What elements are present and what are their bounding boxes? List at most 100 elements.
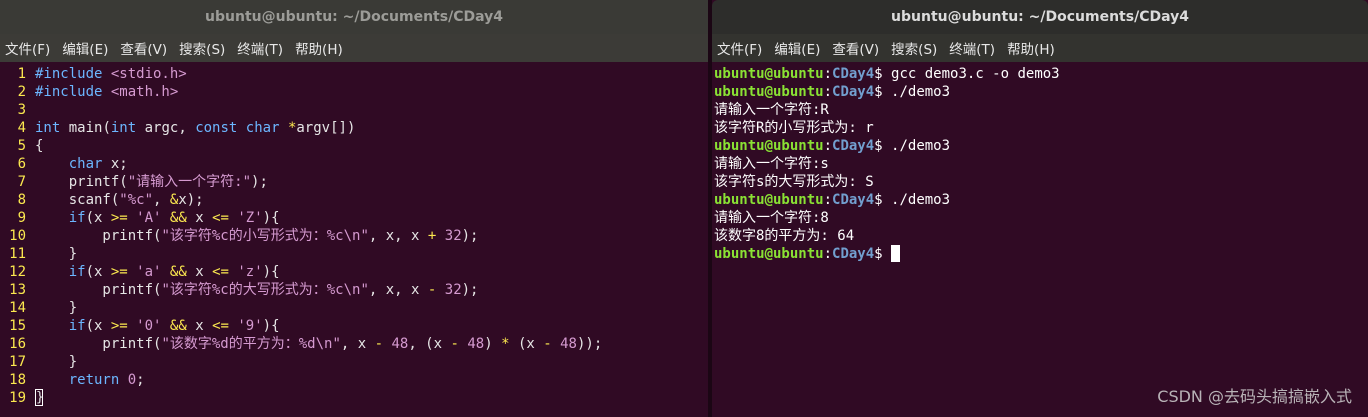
command-text: ./demo3 bbox=[891, 84, 951, 100]
code-token: ); bbox=[251, 174, 268, 190]
command-text: gcc demo3.c -o demo3 bbox=[891, 66, 1060, 82]
editor-menu-item-0[interactable]: 文件(F) bbox=[5, 38, 50, 58]
editor-menu-item-3[interactable]: 搜索(S) bbox=[179, 38, 225, 58]
line-number: 14 bbox=[9, 300, 26, 316]
terminal-menu-item-5[interactable]: 帮助(H) bbox=[1007, 38, 1055, 58]
terminal-menu-item-4[interactable]: 终端(T) bbox=[949, 38, 995, 58]
code-token: 'A' bbox=[136, 210, 162, 226]
command-text: ./demo3 bbox=[891, 192, 951, 208]
code-token: 48 bbox=[391, 336, 409, 352]
code-line[interactable]: 6 char x; bbox=[0, 155, 708, 173]
editor-menu-item-4[interactable]: 终端(T) bbox=[237, 38, 283, 58]
code-token: x); bbox=[178, 192, 204, 208]
code-line[interactable]: 18 return 0; bbox=[0, 371, 708, 389]
editor-title-bar[interactable]: ubuntu@ubuntu: ~/Documents/CDay4 bbox=[0, 0, 708, 34]
terminal-menu-item-2[interactable]: 查看(V) bbox=[832, 38, 879, 58]
code-line[interactable]: 9 if(x >= 'A' && x <= 'Z'){ bbox=[0, 209, 708, 227]
code-text: int main(int argc, const char *argv[]) bbox=[35, 119, 355, 137]
code-line[interactable]: 17 } bbox=[0, 353, 708, 371]
terminal-menu-item-1[interactable]: 编辑(E) bbox=[774, 38, 820, 58]
code-line[interactable]: 13 printf("该字符%c的大写形式为：%c\n", x, x - 32)… bbox=[0, 281, 708, 299]
code-token: scanf( bbox=[35, 192, 120, 208]
code-line[interactable]: 8 scanf("%c", &x); bbox=[0, 191, 708, 209]
code-token: "该字符%c的大写形式为：%c\n" bbox=[161, 282, 369, 298]
editor-window[interactable]: ubuntu@ubuntu: ~/Documents/CDay4 文件(F) 编辑… bbox=[0, 0, 708, 417]
code-token: <stdio.h> bbox=[110, 66, 187, 82]
code-token: && bbox=[169, 318, 187, 334]
code-token: #include bbox=[35, 84, 111, 100]
terminal-prompt-line: ubuntu@ubuntu:CDay4$ ./demo3 bbox=[714, 192, 951, 208]
terminal-output-line: 请输入一个字符:s bbox=[714, 156, 829, 172]
code-token: <math.h> bbox=[110, 84, 179, 100]
code-token: , x, x bbox=[368, 228, 428, 244]
code-token: ){ bbox=[262, 264, 280, 280]
code-text: return 0; bbox=[35, 371, 145, 389]
code-token: 48 bbox=[467, 336, 485, 352]
terminal-menu-item-3[interactable]: 搜索(S) bbox=[891, 38, 937, 58]
code-line[interactable]: 3 bbox=[0, 101, 708, 119]
terminal-window[interactable]: ubuntu@ubuntu: ~/Documents/CDay4 文件(F) 编辑… bbox=[712, 0, 1368, 417]
code-token: ); bbox=[461, 282, 479, 298]
code-line[interactable]: 11 } bbox=[0, 245, 708, 263]
line-number: 3 bbox=[17, 102, 26, 118]
editor-menu-item-5[interactable]: 帮助(H) bbox=[295, 38, 343, 58]
code-token: const bbox=[195, 120, 238, 136]
line-number: 16 bbox=[9, 336, 26, 352]
code-token: if bbox=[68, 264, 86, 280]
code-text: } bbox=[35, 245, 77, 263]
code-token: x bbox=[186, 318, 213, 334]
prompt-user: ubuntu@ubuntu bbox=[714, 246, 824, 262]
prompt-user: ubuntu@ubuntu bbox=[714, 84, 824, 100]
code-token: if bbox=[68, 318, 86, 334]
editor-menu-item-1[interactable]: 编辑(E) bbox=[62, 38, 108, 58]
code-token: <= bbox=[212, 264, 229, 280]
editor-menu-item-2[interactable]: 查看(V) bbox=[120, 38, 167, 58]
terminal-prompt-line: ubuntu@ubuntu:CDay4$ ./demo3 bbox=[714, 84, 951, 100]
terminal-title-bar[interactable]: ubuntu@ubuntu: ~/Documents/CDay4 bbox=[712, 0, 1368, 34]
line-number: 2 bbox=[17, 84, 26, 100]
code-token: (x bbox=[509, 336, 544, 352]
code-token: { bbox=[35, 138, 44, 154]
terminal-prompt-line: ubuntu@ubuntu:CDay4$ ./demo3 bbox=[714, 138, 951, 154]
code-line[interactable]: 5{ bbox=[0, 137, 708, 155]
code-token: <= bbox=[212, 210, 229, 226]
code-token: - bbox=[374, 336, 384, 352]
code-text: scanf("%c", &x); bbox=[35, 191, 204, 209]
code-line[interactable]: 1 #include <stdio.h> bbox=[0, 65, 708, 83]
terminal-menu-item-0[interactable]: 文件(F) bbox=[717, 38, 762, 58]
code-line[interactable]: 15 if(x >= '0' && x <= '9'){ bbox=[0, 317, 708, 335]
code-token: 48 bbox=[560, 336, 577, 352]
code-token: int bbox=[35, 120, 61, 136]
code-token: x bbox=[186, 210, 213, 226]
code-editor[interactable]: 1 #include <stdio.h> 2 #include <math.h> 3 4 i… bbox=[0, 62, 708, 407]
code-text: { bbox=[35, 137, 43, 155]
code-line[interactable]: 12 if(x >= 'a' && x <= 'z'){ bbox=[0, 263, 708, 281]
code-token: return bbox=[68, 372, 120, 388]
code-line[interactable]: 16 printf("该数字%d的平方为：%d\n", x - 48, (x -… bbox=[0, 335, 708, 353]
line-number: 19 bbox=[9, 390, 26, 406]
line-number: 17 bbox=[9, 354, 26, 370]
code-line[interactable]: 2 #include <math.h> bbox=[0, 83, 708, 101]
code-line[interactable]: 10 printf("该字符%c的小写形式为：%c\n", x, x + 32)… bbox=[0, 227, 708, 245]
code-line[interactable]: 4 int main(int argc, const char *argv[]) bbox=[0, 119, 708, 137]
code-token: '0' bbox=[136, 318, 162, 334]
code-token: (x bbox=[85, 318, 111, 334]
code-line[interactable]: 19} bbox=[0, 389, 708, 407]
code-token: "请输入一个字符:" bbox=[127, 174, 252, 190]
code-token: 32 bbox=[444, 282, 462, 298]
code-text: } bbox=[35, 389, 44, 407]
prompt-user: ubuntu@ubuntu bbox=[714, 138, 824, 154]
code-line[interactable]: 14 } bbox=[0, 299, 708, 317]
terminal-output[interactable]: ubuntu@ubuntu:CDay4$ gcc demo3.c -o demo… bbox=[712, 62, 1368, 263]
code-text: #include <math.h> bbox=[35, 83, 178, 101]
code-text: } bbox=[35, 353, 77, 371]
code-token: (x bbox=[85, 264, 111, 280]
code-line[interactable]: 7 printf("请输入一个字符:"); bbox=[0, 173, 708, 191]
